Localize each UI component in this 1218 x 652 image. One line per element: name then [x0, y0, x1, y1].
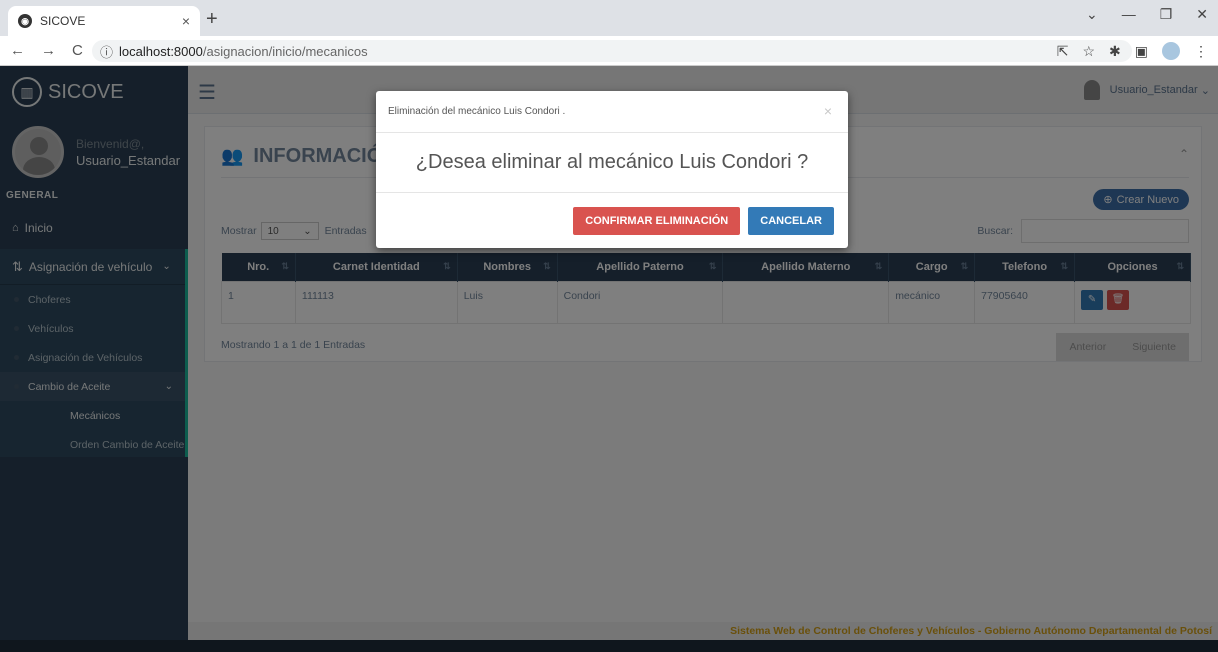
window-controls: ⌄ — ❐ ✕	[1086, 6, 1208, 23]
modal-header: Eliminación del mecánico Luis Condori . …	[376, 91, 848, 133]
share-icon[interactable]: ⇱	[1057, 43, 1069, 60]
tab-close-icon[interactable]: ×	[182, 13, 190, 29]
sidebar-toggle-icon[interactable]: ▣	[1135, 43, 1148, 60]
confirm-delete-button[interactable]: CONFIRMAR ELIMINACIÓN	[573, 206, 741, 235]
cancel-button[interactable]: CANCELAR	[748, 206, 834, 235]
modal-body: ¿Desea eliminar al mecánico Luis Condori…	[376, 133, 848, 193]
modal-message: ¿Desea eliminar al mecánico Luis Condori…	[415, 151, 809, 173]
browser-tabbar: ◉ SICOVE × + ⌄ — ❐ ✕	[0, 0, 1218, 36]
forward-icon[interactable]: →	[41, 42, 56, 59]
url-path: /asignacion/inicio/mecanicos	[202, 43, 368, 59]
url-host: localhost:8000	[119, 43, 203, 59]
back-icon[interactable]: ←	[10, 42, 25, 59]
address-bar: ← → C ⓘ localhost:8000/asignacion/inicio…	[0, 36, 1218, 66]
tab-title: SICOVE	[40, 14, 86, 28]
star-icon[interactable]: ☆	[1082, 43, 1095, 60]
minimize-icon[interactable]: —	[1122, 6, 1136, 23]
browser-tab[interactable]: ◉ SICOVE ×	[8, 6, 200, 36]
reload-icon[interactable]: C	[72, 42, 83, 59]
globe-icon: ◉	[18, 14, 32, 28]
tab-search-icon[interactable]: ⌄	[1086, 6, 1098, 23]
new-tab-button[interactable]: +	[206, 8, 218, 31]
extensions-icon[interactable]: ✱	[1109, 43, 1121, 60]
modal-title: Eliminación del mecánico Luis Condori .	[388, 106, 566, 117]
browser-actions: ⇱ ☆ ✱ ▣ ⋮	[1057, 42, 1208, 60]
profile-avatar-icon[interactable]	[1162, 42, 1180, 60]
menu-kebab-icon[interactable]: ⋮	[1194, 43, 1208, 60]
url-input[interactable]: ⓘ localhost:8000/asignacion/inicio/mecan…	[92, 40, 1132, 62]
close-window-icon[interactable]: ✕	[1196, 6, 1208, 23]
info-icon[interactable]: ⓘ	[100, 42, 113, 61]
delete-confirmation-modal: Eliminación del mecánico Luis Condori . …	[376, 91, 848, 248]
modal-footer: CONFIRMAR ELIMINACIÓN CANCELAR	[376, 193, 848, 248]
close-icon[interactable]: ×	[824, 103, 832, 119]
maximize-icon[interactable]: ❐	[1160, 6, 1173, 23]
